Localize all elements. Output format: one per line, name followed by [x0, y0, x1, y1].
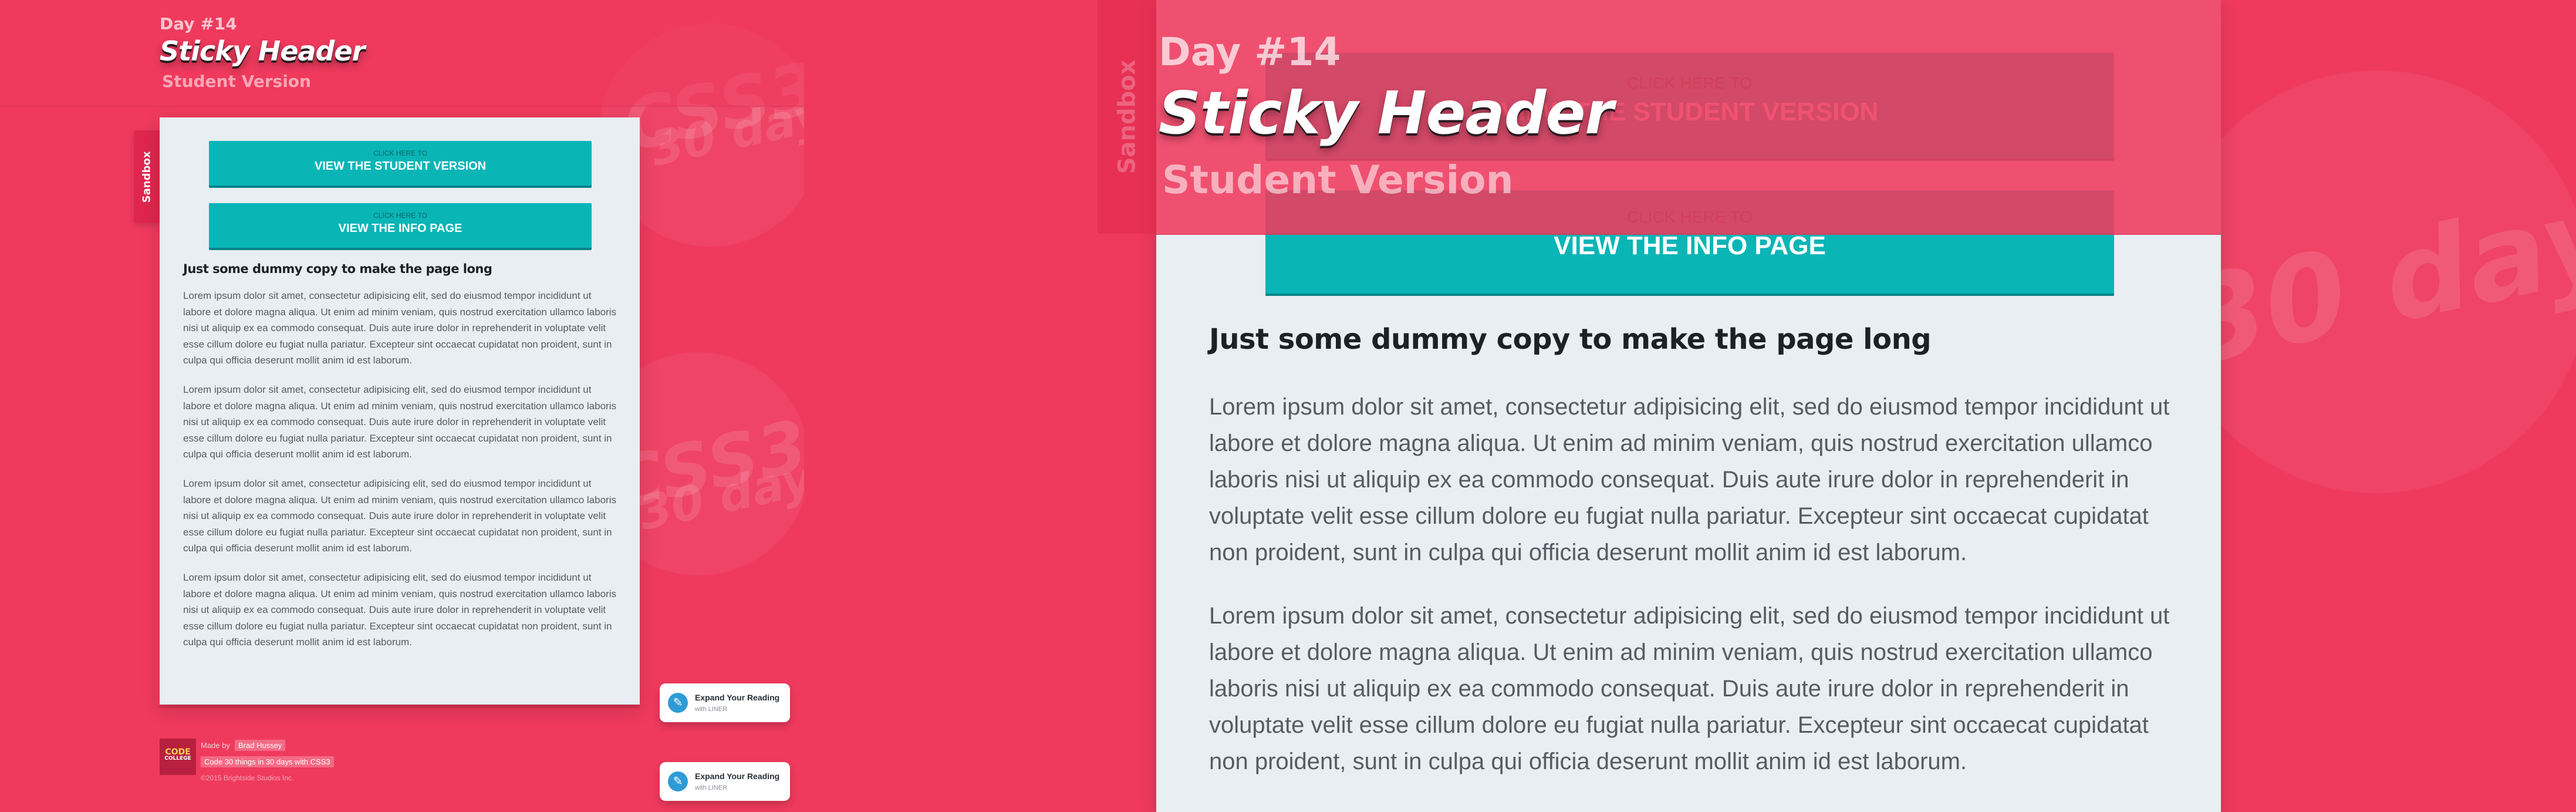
- page-view-left: CSS3 30 days CSS3 30 days Day #14 Sticky…: [0, 0, 804, 812]
- content-heading: Just some dummy copy to make the page lo…: [1209, 323, 1932, 356]
- content-paragraph: Lorem ipsum dolor sit amet, consectetur …: [183, 478, 616, 554]
- liner-subtitle: with LINER: [695, 706, 728, 713]
- liner-subtitle: with LINER: [695, 784, 728, 791]
- page-title: Sticky Header: [160, 35, 365, 67]
- logo-text-bottom: COLLEGE: [164, 756, 191, 762]
- button-eyebrow: CLICK HERE TO: [373, 149, 427, 157]
- made-by-label: Made by: [201, 741, 230, 750]
- button-eyebrow: CLICK HERE TO: [373, 211, 427, 220]
- button-label: VIEW THE INFO PAGE: [1554, 231, 1826, 260]
- page-view-zoomed: 30 days CLICK HERE TO VIEW THE STUDENT V…: [804, 0, 2576, 812]
- content-paragraph: Lorem ipsum dolor sit amet, consectetur …: [1209, 603, 2170, 774]
- pencil-icon: ✎: [668, 693, 688, 713]
- view-info-page-button[interactable]: CLICK HERE TO VIEW THE INFO PAGE: [209, 203, 592, 248]
- content-paragraph: Lorem ipsum dolor sit amet, consectetur …: [183, 384, 616, 460]
- sticky-header: Sandbox Day #14 Sticky Header Student Ve…: [1098, 0, 2221, 235]
- course-link[interactable]: Code 30 things in 30 days with CSS3: [201, 756, 334, 767]
- copyright: ©2015 Brightside Studios Inc.: [201, 774, 294, 782]
- content-card: CLICK HERE TO VIEW THE STUDENT VERSION C…: [160, 117, 640, 705]
- content-paragraph: Lorem ipsum dolor sit amet, consectetur …: [183, 572, 616, 648]
- page-title: Sticky Header: [1159, 79, 1614, 147]
- author-link[interactable]: Brad Hussey: [235, 740, 286, 751]
- liner-title: Expand Your Reading: [695, 693, 780, 702]
- sandbox-tab[interactable]: Sandbox: [1098, 0, 1156, 234]
- logo-text-top: CODE: [165, 747, 191, 757]
- button-label: VIEW THE STUDENT VERSION: [314, 160, 487, 173]
- view-student-version-button[interactable]: CLICK HERE TO VIEW THE STUDENT VERSION: [209, 141, 592, 186]
- code-college-logo[interactable]: CODE COLLEGE: [160, 739, 196, 775]
- day-label: Day #14: [1159, 29, 1341, 75]
- pencil-icon: ✎: [668, 771, 688, 791]
- sandbox-tab[interactable]: Sandbox: [134, 130, 160, 223]
- page-subtitle: Student Version: [1162, 157, 1514, 203]
- button-label: VIEW THE INFO PAGE: [338, 222, 462, 235]
- sandbox-tab-label: Sandbox: [140, 151, 153, 203]
- liner-title: Expand Your Reading: [695, 771, 780, 781]
- day-label: Day #14: [160, 14, 237, 33]
- liner-extension-widget[interactable]: ✎ Expand Your Reading with LINER: [660, 683, 790, 722]
- sticky-header: Day #14 Sticky Header Student Version: [0, 0, 804, 107]
- content-paragraph: Lorem ipsum dolor sit amet, consectetur …: [183, 290, 616, 366]
- content-heading: Just some dummy copy to make the page lo…: [183, 262, 492, 276]
- page-subtitle: Student Version: [162, 72, 311, 91]
- liner-extension-widget[interactable]: ✎ Expand Your Reading with LINER: [660, 762, 790, 801]
- content-paragraph: Lorem ipsum dolor sit amet, consectetur …: [1209, 394, 2170, 565]
- sandbox-tab-label: Sandbox: [1113, 59, 1141, 174]
